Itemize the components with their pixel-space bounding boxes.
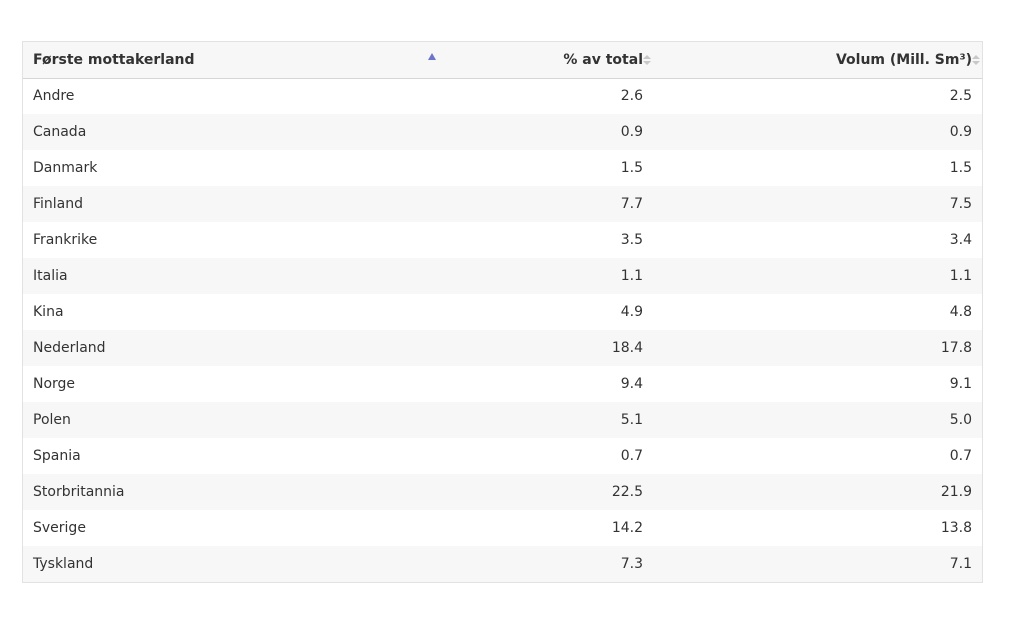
column-header-country-label: Første mottakerland	[33, 51, 195, 68]
table-row: Andre 2.6 2.5	[23, 78, 982, 114]
cell-volume: 0.7	[949, 448, 972, 464]
cell-country: Tyskland	[33, 556, 94, 572]
sort-both-icon[interactable]	[972, 55, 980, 67]
data-table: Første mottakerland % av total Volum (Mi…	[23, 42, 982, 582]
cell-percent: 1.5	[620, 160, 643, 176]
sort-both-icon[interactable]	[643, 55, 651, 67]
sort-ascending-icon[interactable]	[428, 53, 436, 60]
cell-percent: 22.5	[611, 484, 643, 500]
cell-country: Danmark	[33, 160, 98, 176]
column-header-volume-label: Volum (Mill. Sm³)	[835, 51, 972, 68]
column-header-percent-label: % av total	[563, 51, 643, 68]
cell-volume: 0.9	[949, 124, 972, 140]
cell-country: Sverige	[33, 520, 86, 536]
table-row: Italia 1.1 1.1	[23, 258, 982, 294]
table-row: Storbritannia 22.5 21.9	[23, 474, 982, 510]
cell-percent: 18.4	[611, 340, 643, 356]
data-table-container: Første mottakerland % av total Volum (Mi…	[22, 41, 983, 583]
cell-volume: 4.8	[949, 304, 972, 320]
table-row: Canada 0.9 0.9	[23, 114, 982, 150]
cell-percent: 4.9	[620, 304, 643, 320]
cell-volume: 3.4	[949, 232, 972, 248]
table-row: Spania 0.7 0.7	[23, 438, 982, 474]
cell-volume: 17.8	[940, 340, 972, 356]
cell-volume: 13.8	[940, 520, 972, 536]
cell-country: Norge	[33, 376, 76, 392]
cell-percent: 0.9	[620, 124, 643, 140]
table-row: Sverige 14.2 13.8	[23, 510, 982, 546]
cell-country: Nederland	[33, 340, 106, 356]
cell-percent: 0.7	[620, 448, 643, 464]
cell-volume: 21.9	[940, 484, 972, 500]
cell-percent: 1.1	[620, 268, 643, 284]
cell-percent: 5.1	[620, 412, 643, 428]
cell-percent: 9.4	[620, 376, 643, 392]
column-header-volume[interactable]: Volum (Mill. Sm³)	[653, 42, 982, 78]
table-body: Andre 2.6 2.5 Canada 0.9 0.9 Danmark 1.5 1.5 Finl…	[23, 78, 982, 582]
cell-country: Polen	[33, 412, 71, 428]
table-header: Første mottakerland % av total Volum (Mi…	[23, 42, 982, 78]
table-row: Finland 7.7 7.5	[23, 186, 982, 222]
table-row: Nederland 18.4 17.8	[23, 330, 982, 366]
table-row: Tyskland 7.3 7.1	[23, 546, 982, 582]
table-row: Danmark 1.5 1.5	[23, 150, 982, 186]
cell-percent: 7.7	[620, 196, 643, 212]
cell-country: Frankrike	[33, 232, 98, 248]
header-row: Første mottakerland % av total Volum (Mi…	[23, 42, 982, 78]
cell-country: Canada	[33, 124, 87, 140]
cell-country: Kina	[33, 304, 64, 320]
cell-country: Andre	[33, 88, 75, 105]
cell-percent: 3.5	[620, 232, 643, 248]
table-row: Norge 9.4 9.1	[23, 366, 982, 402]
cell-country: Spania	[33, 448, 81, 464]
cell-volume: 7.1	[949, 556, 972, 572]
cell-percent: 7.3	[620, 556, 643, 572]
cell-percent: 2.6	[620, 88, 643, 105]
cell-volume: 9.1	[949, 376, 972, 392]
cell-percent: 14.2	[611, 520, 643, 536]
cell-volume: 5.0	[949, 412, 972, 428]
table-row: Kina 4.9 4.8	[23, 294, 982, 330]
column-header-country[interactable]: Første mottakerland	[23, 42, 444, 78]
cell-country: Finland	[33, 196, 84, 212]
table-row: Frankrike 3.5 3.4	[23, 222, 982, 258]
cell-volume: 1.5	[949, 160, 972, 176]
cell-volume: 7.5	[949, 196, 972, 212]
cell-country: Italia	[33, 268, 68, 284]
column-header-percent[interactable]: % av total	[444, 42, 653, 78]
cell-volume: 1.1	[949, 268, 972, 284]
table-row: Polen 5.1 5.0	[23, 402, 982, 438]
cell-volume: 2.5	[949, 88, 972, 105]
cell-country: Storbritannia	[33, 484, 125, 500]
